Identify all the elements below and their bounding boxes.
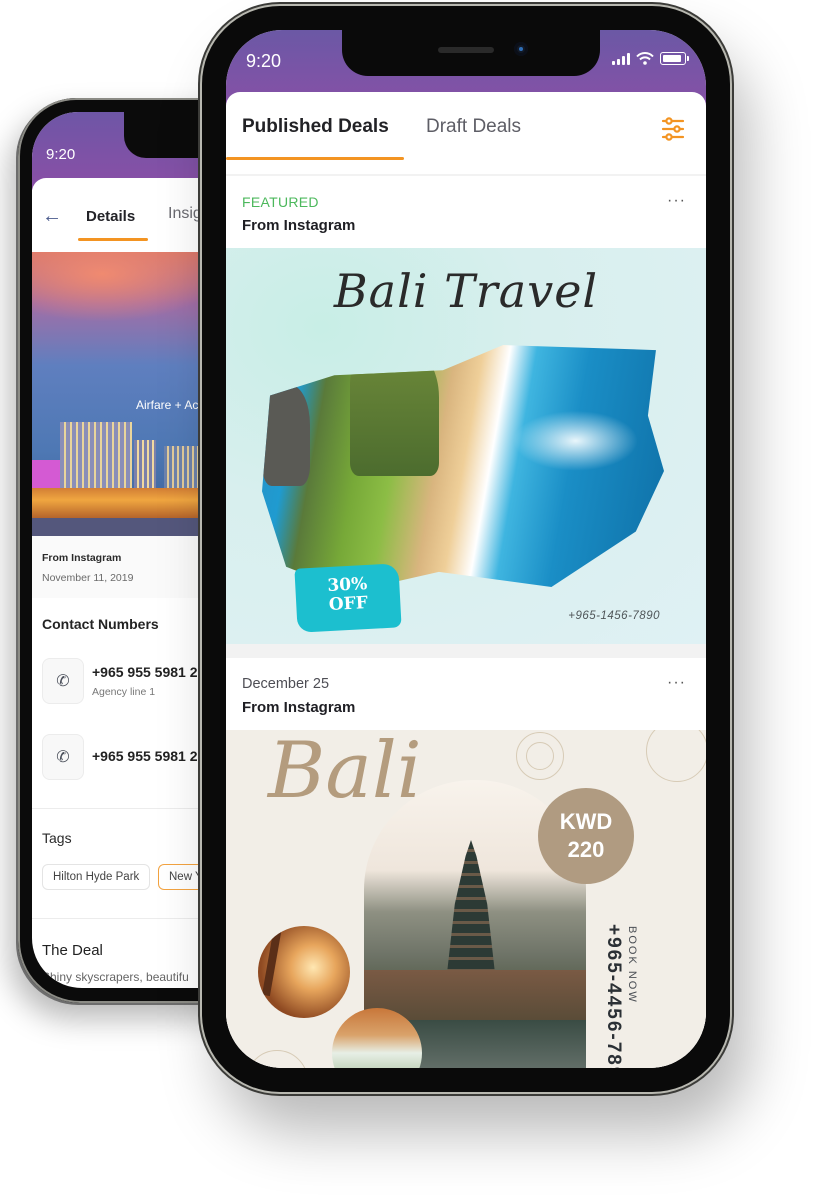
deal-card[interactable]: FEATURED From Instagram ··· Bali Travel … (226, 176, 706, 644)
deal-image-bali[interactable]: Bali KWD 220 +965-4456-789 BOOK NOW (226, 730, 706, 1068)
active-tab-indicator (78, 238, 148, 241)
tab-draft-deals[interactable]: Draft Deals (426, 116, 521, 138)
deal-source: From Instagram (242, 217, 356, 234)
back-status-time: 9:20 (46, 146, 76, 163)
battery-icon (660, 52, 689, 65)
discount-badge: 30% OFF (294, 563, 402, 633)
contact-label: Agency line 1 (92, 686, 156, 698)
phone-icon: ✆ (56, 673, 70, 690)
building (164, 446, 204, 488)
decorative-swirl (646, 730, 706, 782)
call-button[interactable]: ✆ (42, 658, 84, 704)
price-amount: 220 (567, 837, 605, 862)
notch (342, 30, 600, 76)
phone-icon: ✆ (56, 749, 70, 766)
more-options-icon[interactable]: ··· (667, 674, 686, 692)
book-now-text: BOOK NOW (626, 926, 638, 1004)
rock (262, 385, 311, 487)
deal-card-header: December 25 From Instagram ··· (226, 658, 706, 730)
contact-numbers-heading: Contact Numbers (42, 616, 159, 632)
tab-insights[interactable]: Insig (168, 205, 202, 223)
discount-suffix: OFF (328, 592, 369, 615)
speaker (438, 47, 494, 53)
front-phone-mockup: 9:20 Published Deals Draft Deals FEATURE… (202, 6, 730, 1092)
featured-badge: FEATURED (242, 194, 319, 210)
decorative-swirl (526, 742, 554, 770)
deal-source: From Instagram (42, 552, 122, 564)
more-options-icon[interactable]: ··· (667, 192, 686, 210)
tag-chip[interactable]: Hilton Hyde Park (42, 864, 151, 890)
beach-photo (258, 926, 350, 1018)
tags-heading: Tags (42, 830, 72, 846)
back-arrow-icon[interactable]: ← (42, 206, 62, 226)
hero-caption: Airfare + Ac (136, 398, 199, 412)
building (134, 440, 156, 488)
sunset-cloud (32, 252, 222, 322)
cliff (350, 345, 439, 477)
price-badge: KWD 220 (538, 788, 634, 884)
deal-description: Shiny skyscrapers, beautifu (42, 970, 189, 984)
filter-icon[interactable] (660, 116, 686, 142)
image-phone-number: +965-1456-7890 (568, 610, 660, 622)
active-tab-indicator (226, 157, 404, 160)
island-photo (262, 345, 664, 592)
deal-source: From Instagram (242, 699, 356, 716)
contact-number[interactable]: +965 955 5981 2 (92, 748, 198, 764)
the-deal-heading: The Deal (42, 942, 103, 959)
image-title: Bali Travel (333, 264, 599, 318)
decorative-swirl (246, 1050, 308, 1068)
deals-tab-bar: Published Deals Draft Deals (226, 92, 706, 174)
contact-number[interactable]: +965 955 5981 2 (92, 664, 198, 680)
deal-date: December 25 (242, 676, 330, 692)
tab-details[interactable]: Details (86, 208, 135, 225)
wifi-icon (636, 52, 654, 65)
tab-published-deals[interactable]: Published Deals (242, 116, 389, 138)
deal-date: November 11, 2019 (42, 572, 134, 584)
deal-card-header: FEATURED From Instagram ··· (226, 176, 706, 248)
status-time: 9:20 (246, 51, 282, 71)
image-title: Bali (268, 730, 422, 816)
status-icons (612, 52, 689, 65)
camera-icon (514, 42, 528, 56)
image-phone-number: +965-4456-789 (603, 924, 624, 1068)
front-phone-screen: 9:20 Published Deals Draft Deals FEATURE… (226, 30, 706, 1068)
call-button[interactable]: ✆ (42, 734, 84, 780)
price-currency: KWD (559, 809, 613, 834)
deal-image-bali-travel[interactable]: Bali Travel 30% OFF +965-1456-7890 (226, 248, 706, 644)
signal-icon (612, 52, 630, 65)
deal-card[interactable]: December 25 From Instagram ··· Bali KWD … (226, 658, 706, 1068)
building (60, 422, 132, 488)
